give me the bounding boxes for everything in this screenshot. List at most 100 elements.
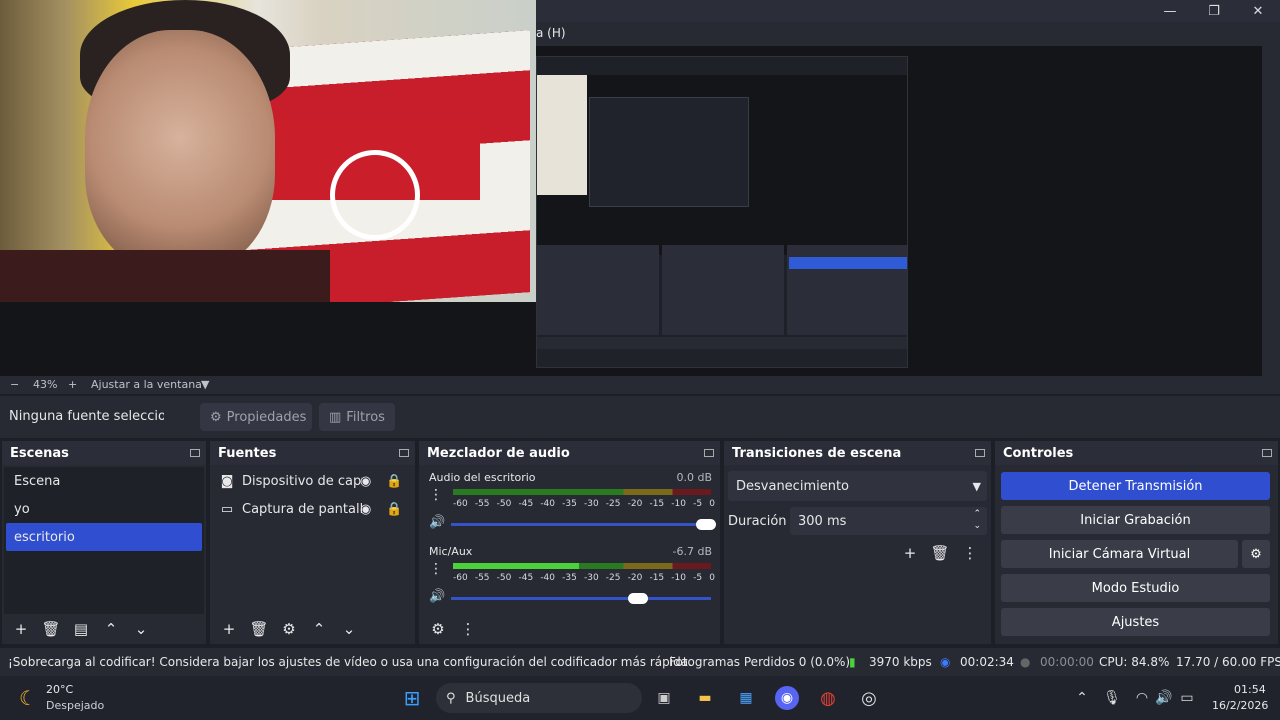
close-icon[interactable]: ✕	[1236, 0, 1280, 22]
zoom-in-icon[interactable]: +	[68, 378, 77, 391]
maximize-icon[interactable]: ❐	[1192, 0, 1236, 22]
filter-icon: ▥	[329, 409, 342, 425]
no-source-selected: Ninguna fuente seleccionada	[9, 409, 164, 424]
scene-item[interactable]: Escena	[6, 467, 202, 495]
scale-tick: -35	[562, 499, 577, 509]
discord-icon[interactable]: ◉	[775, 686, 799, 710]
camera-icon: ◙	[220, 473, 234, 489]
record-dot-icon: ●	[1020, 655, 1031, 669]
windows-start-icon[interactable]: ⊞	[400, 686, 424, 710]
more-vertical-icon[interactable]: ⋮	[429, 561, 443, 577]
move-up-icon[interactable]: ⌃	[306, 617, 332, 641]
mixer-channels: Audio del escritorio 0.0 dB ⋮ -60 -55 -50 -45-…	[419, 467, 720, 615]
scale-tick: -30	[583, 499, 599, 509]
filters-button[interactable]: ▥ Filtros	[319, 403, 395, 431]
obs-icon[interactable]: ◎	[857, 686, 881, 710]
undock-icon[interactable]	[1262, 449, 1272, 457]
volume-knob[interactable]	[628, 593, 649, 604]
search-icon: ⚲	[446, 690, 456, 706]
filter-icon[interactable]: ▤	[68, 617, 94, 641]
undock-icon[interactable]	[399, 449, 409, 457]
moon-weather-icon[interactable]: ☾	[16, 686, 40, 710]
properties-label: Propiedades	[226, 409, 307, 425]
task-view-icon[interactable]: ▣	[652, 686, 676, 710]
eye-icon[interactable]: ◉	[360, 502, 371, 517]
undock-icon[interactable]	[190, 449, 200, 457]
source-item[interactable]: ◙ Dispositivo de captura◉ 🔒	[212, 467, 413, 495]
lock-icon[interactable]: 🔒	[386, 502, 402, 517]
flag-emblem	[330, 150, 420, 240]
more-vertical-icon[interactable]: ⋮	[455, 617, 481, 641]
taskbar-search[interactable]: ⚲ Búsqueda	[436, 683, 642, 713]
add-icon[interactable]: +	[216, 617, 242, 641]
scale-tick: -15	[649, 573, 665, 583]
volume-icon[interactable]: 🔊	[1152, 686, 1176, 710]
trash-icon[interactable]: 🗑	[927, 541, 953, 565]
stop-stream-button[interactable]: Detener Transmisión	[1001, 472, 1270, 500]
volume-slider[interactable]	[451, 593, 711, 604]
zoom-level: 43%	[33, 378, 58, 391]
gear-icon[interactable]: ⚙	[425, 617, 451, 641]
speaker-icon[interactable]: 🔊	[429, 589, 445, 604]
zoom-out-icon[interactable]: −	[10, 378, 19, 391]
nested-inner-capture	[589, 97, 749, 207]
studio-mode-button[interactable]: Modo Estudio	[1001, 574, 1270, 602]
zoom-menu-chevron-icon[interactable]: ▼	[201, 378, 209, 391]
start-recording-button[interactable]: Iniciar Grabación	[1001, 506, 1270, 534]
source-item[interactable]: ▭ Captura de pantalla ◉ 🔒	[212, 495, 413, 523]
more-vertical-icon[interactable]: ⋮	[957, 541, 983, 565]
nested-screen-capture	[536, 56, 908, 368]
chevron-up-icon[interactable]: ⌃	[1070, 686, 1094, 710]
lock-icon[interactable]: 🔒	[386, 474, 402, 489]
file-explorer-icon[interactable]: ▬	[693, 686, 717, 710]
scale-tick: -20	[627, 499, 643, 509]
stream-time: 00:02:34	[960, 655, 1014, 669]
menu-help[interactable]: a (H)	[536, 26, 566, 40]
eye-icon[interactable]: ◉	[360, 474, 371, 489]
store-icon[interactable]: ▦	[734, 686, 758, 710]
bitrate: 3970 kbps	[869, 655, 932, 669]
trash-icon[interactable]: 🗑	[38, 617, 64, 641]
microphone-icon[interactable]: 🎙	[1100, 686, 1124, 710]
add-icon[interactable]: +	[897, 541, 923, 565]
scene-item[interactable]: escritorio	[6, 523, 202, 551]
move-down-icon[interactable]: ⌄	[336, 617, 362, 641]
add-icon[interactable]: +	[8, 617, 34, 641]
speaker-icon[interactable]: 🔊	[429, 515, 445, 530]
more-vertical-icon[interactable]: ⋮	[429, 487, 443, 503]
gear-icon[interactable]: ⚙	[276, 617, 302, 641]
clock-time[interactable]: 01:54	[1234, 683, 1266, 696]
undock-icon[interactable]	[975, 449, 985, 457]
scale-tick: -50	[496, 499, 512, 509]
virtualcam-settings-gear-icon[interactable]: ⚙	[1242, 540, 1270, 568]
scale-tick: -50	[496, 573, 512, 583]
volume-slider[interactable]	[451, 519, 716, 530]
scene-item[interactable]: yo	[6, 495, 202, 523]
clock-date[interactable]: 16/2/2026	[1212, 699, 1268, 712]
duration-spinbox[interactable]: 300 ms ⌃ ⌄	[790, 507, 987, 535]
spin-arrows-icon[interactable]: ⌃ ⌄	[973, 508, 981, 532]
source-label: Captura de pantalla	[242, 501, 362, 517]
fit-window-label[interactable]: Ajustar a la ventana	[91, 378, 202, 391]
undock-icon[interactable]	[704, 449, 714, 457]
settings-button[interactable]: Ajustes	[1001, 608, 1270, 636]
controls-title: Controles	[1003, 445, 1074, 461]
start-virtualcam-button[interactable]: Iniciar Cámara Virtual	[1001, 540, 1238, 568]
scale-tick: -10	[671, 573, 686, 583]
sources-header: Fuentes	[210, 441, 415, 465]
move-down-icon[interactable]: ⌄	[128, 617, 154, 641]
wifi-icon[interactable]: ◠	[1130, 686, 1154, 710]
scale-tick: 0	[709, 499, 715, 509]
transition-select[interactable]: Desvanecimiento ▼	[728, 471, 987, 501]
volume-knob[interactable]	[695, 519, 716, 530]
minimize-icon[interactable]: —	[1148, 0, 1192, 22]
battery-icon[interactable]: ▭	[1175, 686, 1199, 710]
transition-selected: Desvanecimiento	[736, 478, 850, 494]
source-label: Dispositivo de captura	[242, 473, 362, 489]
status-bar: ¡Sobrecarga al codificar! Considera baja…	[0, 648, 1280, 676]
properties-button[interactable]: ⚙ Propiedades	[200, 403, 312, 431]
mixer-channel: Audio del escritorio 0.0 dB ⋮ -60 -55 -50 -45-…	[419, 467, 720, 541]
chrome-icon[interactable]: ◍	[816, 686, 840, 710]
trash-icon[interactable]: 🗑	[246, 617, 272, 641]
move-up-icon[interactable]: ⌃	[98, 617, 124, 641]
